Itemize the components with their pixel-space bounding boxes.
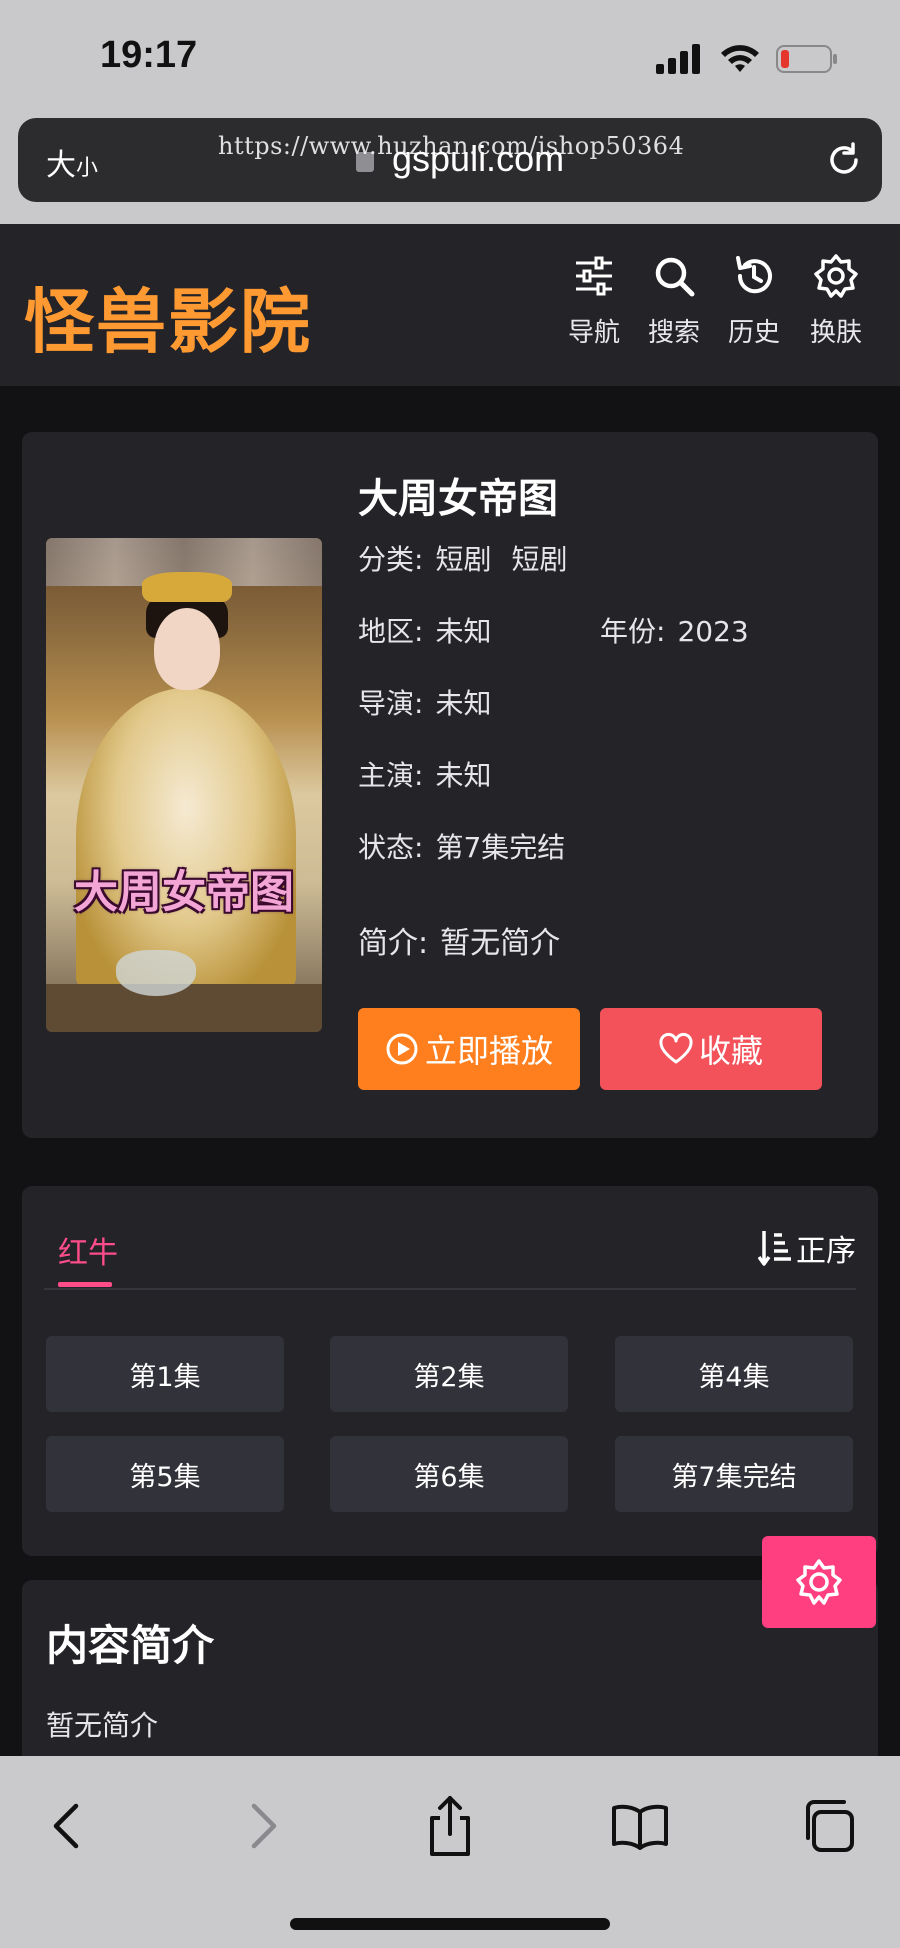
tab-divider (44, 1288, 856, 1290)
play-circle-icon (386, 1033, 418, 1065)
intro-heading: 内容简介 (46, 1621, 215, 1670)
browser-address-area: 大小 gspuli.com https://www.huzhan.com/ish… (0, 112, 900, 224)
source-tab-hongniu[interactable]: 红牛 (58, 1228, 118, 1272)
video-poster[interactable]: 大周女帝图 (46, 538, 322, 1032)
site-logo[interactable]: 怪兽影院 (24, 266, 312, 367)
poster-table (46, 984, 322, 1032)
share-icon[interactable] (418, 1794, 482, 1858)
episode-button[interactable]: 第4集 (615, 1336, 853, 1412)
favorite-label: 收藏 (698, 1032, 763, 1070)
site-header: 怪兽影院 导航 搜索 历史 换肤 (0, 224, 900, 386)
reload-icon[interactable] (824, 140, 864, 180)
nav-search-button[interactable]: 搜索 (634, 254, 714, 349)
cellular-signal-icon (656, 44, 700, 74)
search-icon (655, 257, 695, 297)
sort-ascending-icon (758, 1231, 791, 1266)
nav-search-label: 搜索 (647, 318, 700, 348)
region-row: 地区: 未知 (358, 615, 492, 648)
video-detail-card: 大周女帝图 大周女帝图 分类: 短剧 短剧 地区: 未知 年份: 2023 导演: 未知 … (22, 432, 878, 1138)
episode-button[interactable]: 第2集 (330, 1336, 568, 1412)
poster-crown (142, 572, 232, 602)
poster-teacup (116, 950, 196, 996)
tabs-icon[interactable] (800, 1794, 864, 1858)
episode-button[interactable]: 第6集 (330, 1436, 568, 1512)
back-icon[interactable] (36, 1794, 100, 1858)
favorite-button[interactable]: 收藏 (600, 1008, 822, 1090)
sort-order-button[interactable]: 正序 (758, 1226, 856, 1270)
category-row: 分类: 短剧 短剧 (358, 543, 568, 576)
sun-icon (796, 1559, 842, 1605)
nav-guide-label: 导航 (567, 318, 620, 348)
floating-theme-button[interactable] (762, 1536, 876, 1628)
cast-row: 主演: 未知 (358, 759, 492, 792)
nav-history-button[interactable]: 历史 (714, 254, 794, 349)
wifi-icon (721, 45, 759, 72)
play-now-button[interactable]: 立即播放 (358, 1008, 580, 1090)
active-tab-indicator (58, 1282, 112, 1287)
episode-button[interactable]: 第7集完结 (615, 1436, 853, 1512)
browser-toolbar (0, 1756, 900, 1948)
summary-row: 简介: 暂无简介 (358, 926, 561, 961)
watermark-text: https://www.huzhan.com/ishop50364 (218, 132, 685, 160)
history-icon (736, 256, 772, 294)
episode-button[interactable]: 第5集 (46, 1436, 284, 1512)
address-bar[interactable]: 大小 gspuli.com https://www.huzhan.com/ish… (18, 118, 882, 202)
status-row: 状态: 第7集完结 (358, 831, 566, 864)
bookmarks-icon[interactable] (608, 1794, 672, 1858)
poster-title-text: 大周女帝图 (74, 867, 294, 918)
status-bar: 19:17 (0, 0, 900, 112)
category-link-1[interactable]: 短剧 (435, 543, 491, 576)
battery-icon (776, 45, 837, 73)
episode-list-card: 红牛 正序 第1集 第2集 第4集 第5集 第6集 第7集完结 (22, 1186, 878, 1556)
poster-face (154, 608, 220, 690)
category-link-2[interactable]: 短剧 (511, 543, 567, 576)
director-row: 导演: 未知 (358, 687, 492, 720)
sort-order-label: 正序 (796, 1234, 856, 1269)
play-now-label: 立即播放 (424, 1032, 553, 1070)
nav-theme-label: 换肤 (809, 318, 862, 348)
nav-guide-button[interactable]: 导航 (554, 254, 634, 349)
intro-text: 暂无简介 (46, 1709, 159, 1742)
home-indicator (290, 1918, 610, 1930)
forward-icon[interactable] (230, 1794, 294, 1858)
text-size-button[interactable]: 大小 (46, 140, 98, 184)
nav-history-label: 历史 (727, 318, 780, 348)
episode-button[interactable]: 第1集 (46, 1336, 284, 1412)
status-time: 19:17 (100, 34, 198, 76)
poster-robe (76, 688, 296, 988)
gear-icon (814, 254, 858, 298)
video-title: 大周女帝图 (358, 476, 558, 522)
heart-icon (659, 1032, 693, 1064)
sliders-icon (576, 256, 612, 296)
nav-theme-button[interactable]: 换肤 (796, 254, 876, 349)
year-row: 年份: 2023 (600, 615, 749, 648)
